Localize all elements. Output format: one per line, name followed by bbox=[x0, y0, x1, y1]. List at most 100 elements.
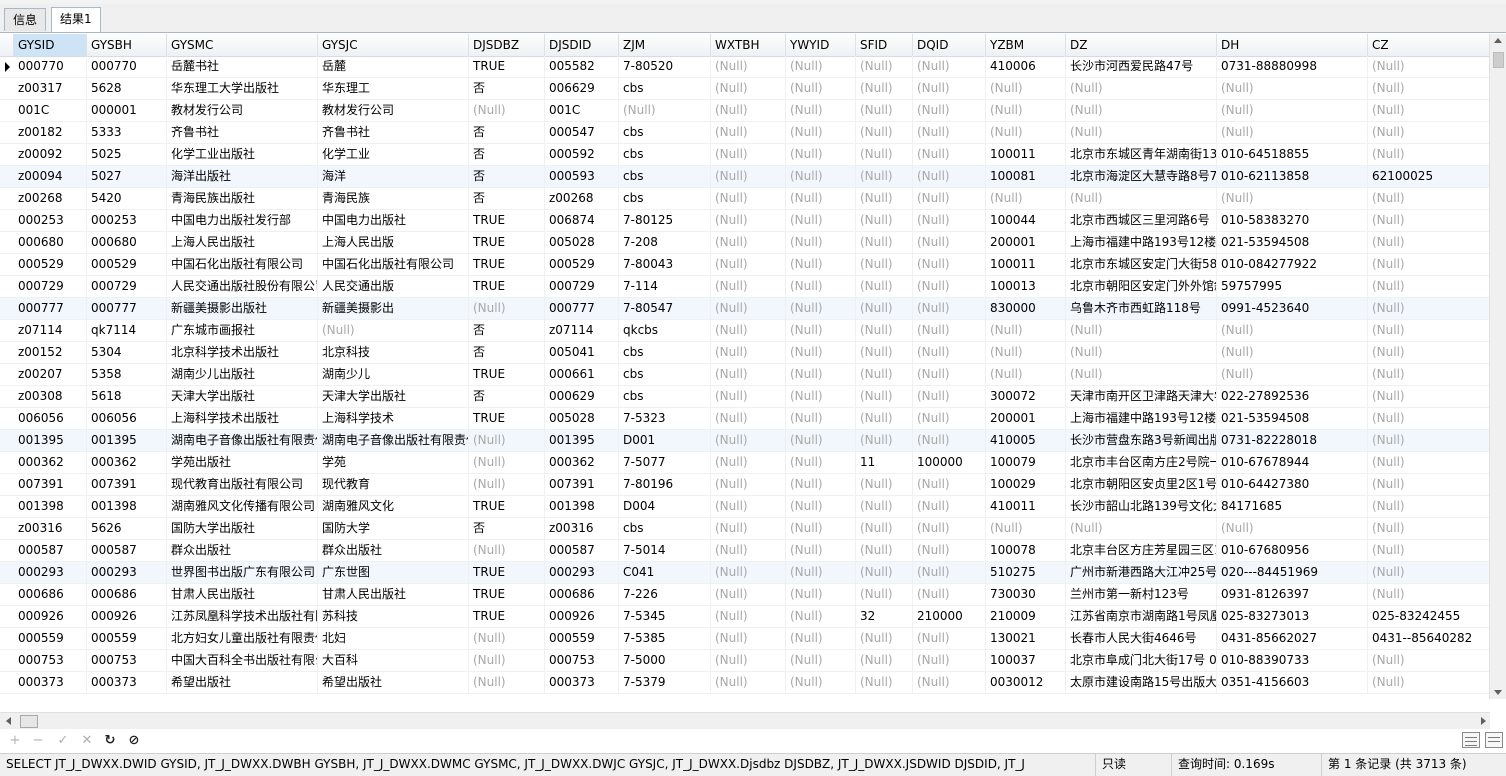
cell-dz[interactable]: 上海市福建中路193号12楼 bbox=[1066, 232, 1217, 254]
cell-cz[interactable]: (Null) bbox=[1368, 78, 1490, 100]
cell-dqid[interactable]: (Null) bbox=[913, 254, 986, 276]
cell-zjm[interactable]: D004 bbox=[619, 496, 711, 518]
cell-gysid[interactable]: 000362 bbox=[14, 452, 87, 474]
cell-djsdbz[interactable]: 否 bbox=[469, 342, 545, 364]
cell-wxtbh[interactable]: (Null) bbox=[711, 496, 786, 518]
cell-cz[interactable]: (Null) bbox=[1368, 298, 1490, 320]
cell-gysmc[interactable]: 中国石化出版社有限公司 bbox=[167, 254, 318, 276]
cell-zjm[interactable]: cbs bbox=[619, 342, 711, 364]
cell-dqid[interactable]: (Null) bbox=[913, 628, 986, 650]
cell-gysjc[interactable]: 人民交通出版 bbox=[318, 276, 469, 298]
cell-dz[interactable]: 广州市新港西路大江冲25号 bbox=[1066, 562, 1217, 584]
cell-gysid[interactable]: 007391 bbox=[14, 474, 87, 496]
column-header-yzbm[interactable]: YZBM bbox=[986, 34, 1066, 56]
cell-djsdbz[interactable]: 否 bbox=[469, 518, 545, 540]
cell-yzbm[interactable]: 410005 bbox=[986, 430, 1066, 452]
row-indicator[interactable] bbox=[0, 188, 14, 210]
cell-sfid[interactable]: (Null) bbox=[856, 254, 913, 276]
cell-dqid[interactable]: (Null) bbox=[913, 320, 986, 342]
cell-gysbh[interactable]: 006056 bbox=[87, 408, 167, 430]
cell-gysbh[interactable]: 000373 bbox=[87, 672, 167, 694]
table-row[interactable]: z00308 5618 天津大学出版社 天津大学出版社否 000629 cbs (Null)… bbox=[0, 386, 1490, 408]
cell-djsdid[interactable]: 000587 bbox=[545, 540, 619, 562]
cell-cz[interactable]: (Null) bbox=[1368, 496, 1490, 518]
cell-dqid[interactable]: 100000 bbox=[913, 452, 986, 474]
cell-dz[interactable]: 北京丰台区方庄芳星园三区1 bbox=[1066, 540, 1217, 562]
table-row[interactable]: z07114 qk7114 广东城市画报社 (Null) 否 z07114 qkcbs (Nu… bbox=[0, 320, 1490, 342]
cell-wxtbh[interactable]: (Null) bbox=[711, 144, 786, 166]
cell-yzbm[interactable]: 200001 bbox=[986, 232, 1066, 254]
table-row[interactable]: 000926000926江苏凤凰科学技术出版社有限公司苏科技TRUE000926… bbox=[0, 606, 1490, 628]
cell-sfid[interactable]: (Null) bbox=[856, 408, 913, 430]
cell-gysid[interactable]: z07114 bbox=[14, 320, 87, 342]
cell-djsdbz[interactable]: 否 bbox=[469, 144, 545, 166]
cell-gysjc[interactable]: 群众出版社 bbox=[318, 540, 469, 562]
cell-gysid[interactable]: 000293 bbox=[14, 562, 87, 584]
cell-dz[interactable]: 兰州市第一新村123号 bbox=[1066, 584, 1217, 606]
row-indicator[interactable] bbox=[0, 650, 14, 672]
cell-sfid[interactable]: (Null) bbox=[856, 210, 913, 232]
cell-yzbm[interactable]: (Null) bbox=[986, 100, 1066, 122]
cell-djsdid[interactable]: 005028 bbox=[545, 408, 619, 430]
cell-gysid[interactable]: z00092 bbox=[14, 144, 87, 166]
cell-gysmc[interactable]: 北京科学技术出版社 bbox=[167, 342, 318, 364]
cell-djsdid[interactable]: 000686 bbox=[545, 584, 619, 606]
cell-djsdid[interactable]: 000926 bbox=[545, 606, 619, 628]
cell-ywyid[interactable]: (Null) bbox=[786, 210, 856, 232]
row-indicator[interactable] bbox=[0, 562, 14, 584]
row-indicator[interactable] bbox=[0, 298, 14, 320]
cell-yzbm[interactable]: (Null) bbox=[986, 188, 1066, 210]
cell-dh[interactable]: (Null) bbox=[1217, 100, 1368, 122]
cell-sfid[interactable]: (Null) bbox=[856, 650, 913, 672]
cell-dqid[interactable]: (Null) bbox=[913, 188, 986, 210]
cell-cz[interactable]: (Null) bbox=[1368, 364, 1490, 386]
cell-gysjc[interactable]: 甘肃人民出版社 bbox=[318, 584, 469, 606]
row-indicator[interactable] bbox=[0, 210, 14, 232]
horizontal-scrollbar[interactable] bbox=[0, 712, 1490, 729]
cell-cz[interactable]: (Null) bbox=[1368, 672, 1490, 694]
cell-gysmc[interactable]: 湖南电子音像出版社有限责任公司 bbox=[167, 430, 318, 452]
cell-zjm[interactable]: 7-5385 bbox=[619, 628, 711, 650]
row-indicator[interactable] bbox=[0, 606, 14, 628]
cell-sfid[interactable]: (Null) bbox=[856, 166, 913, 188]
cell-ywyid[interactable]: (Null) bbox=[786, 408, 856, 430]
cell-gysbh[interactable]: 000926 bbox=[87, 606, 167, 628]
cell-dh[interactable]: 0731-88880998 bbox=[1217, 56, 1368, 78]
cell-zjm[interactable]: 7-5323 bbox=[619, 408, 711, 430]
row-indicator[interactable] bbox=[0, 408, 14, 430]
cell-yzbm[interactable]: 730030 bbox=[986, 584, 1066, 606]
cell-dz[interactable]: (Null) bbox=[1066, 78, 1217, 100]
cell-zjm[interactable]: 7-80547 bbox=[619, 298, 711, 320]
cell-dz[interactable]: 江苏省南京市湖南路1号凤凰 bbox=[1066, 606, 1217, 628]
cell-gysid[interactable]: 000926 bbox=[14, 606, 87, 628]
cell-gysid[interactable]: z00152 bbox=[14, 342, 87, 364]
cell-djsdid[interactable]: 001395 bbox=[545, 430, 619, 452]
cell-yzbm[interactable]: 210009 bbox=[986, 606, 1066, 628]
row-indicator[interactable] bbox=[0, 166, 14, 188]
cell-sfid[interactable]: (Null) bbox=[856, 100, 913, 122]
column-header-zjm[interactable]: ZJM bbox=[619, 34, 711, 56]
cell-gysjc[interactable]: 学苑 bbox=[318, 452, 469, 474]
cell-dqid[interactable]: (Null) bbox=[913, 122, 986, 144]
cell-gysmc[interactable]: 学苑出版社 bbox=[167, 452, 318, 474]
cell-yzbm[interactable]: (Null) bbox=[986, 122, 1066, 144]
cell-gysjc[interactable]: 国防大学 bbox=[318, 518, 469, 540]
cell-gysbh[interactable]: 000529 bbox=[87, 254, 167, 276]
column-header-gysid[interactable]: GYSID bbox=[14, 34, 87, 56]
tab-result1[interactable]: 结果1 bbox=[51, 7, 101, 32]
cell-gysid[interactable]: 000373 bbox=[14, 672, 87, 694]
cell-gysbh[interactable]: 000559 bbox=[87, 628, 167, 650]
cell-gysid[interactable]: 000686 bbox=[14, 584, 87, 606]
cell-wxtbh[interactable]: (Null) bbox=[711, 166, 786, 188]
cell-gysjc[interactable]: 广东世图 bbox=[318, 562, 469, 584]
cell-dz[interactable]: 北京市朝阳区安定门外外馆斜街 bbox=[1066, 276, 1217, 298]
cell-ywyid[interactable]: (Null) bbox=[786, 430, 856, 452]
cell-dh[interactable]: 025-83273013 bbox=[1217, 606, 1368, 628]
row-indicator[interactable] bbox=[0, 122, 14, 144]
cell-dh[interactable]: (Null) bbox=[1217, 122, 1368, 144]
cell-dqid[interactable]: (Null) bbox=[913, 408, 986, 430]
cell-wxtbh[interactable]: (Null) bbox=[711, 606, 786, 628]
cell-zjm[interactable]: qkcbs bbox=[619, 320, 711, 342]
delete-record-icon[interactable]: − bbox=[29, 732, 47, 750]
cell-djsdid[interactable]: 007391 bbox=[545, 474, 619, 496]
